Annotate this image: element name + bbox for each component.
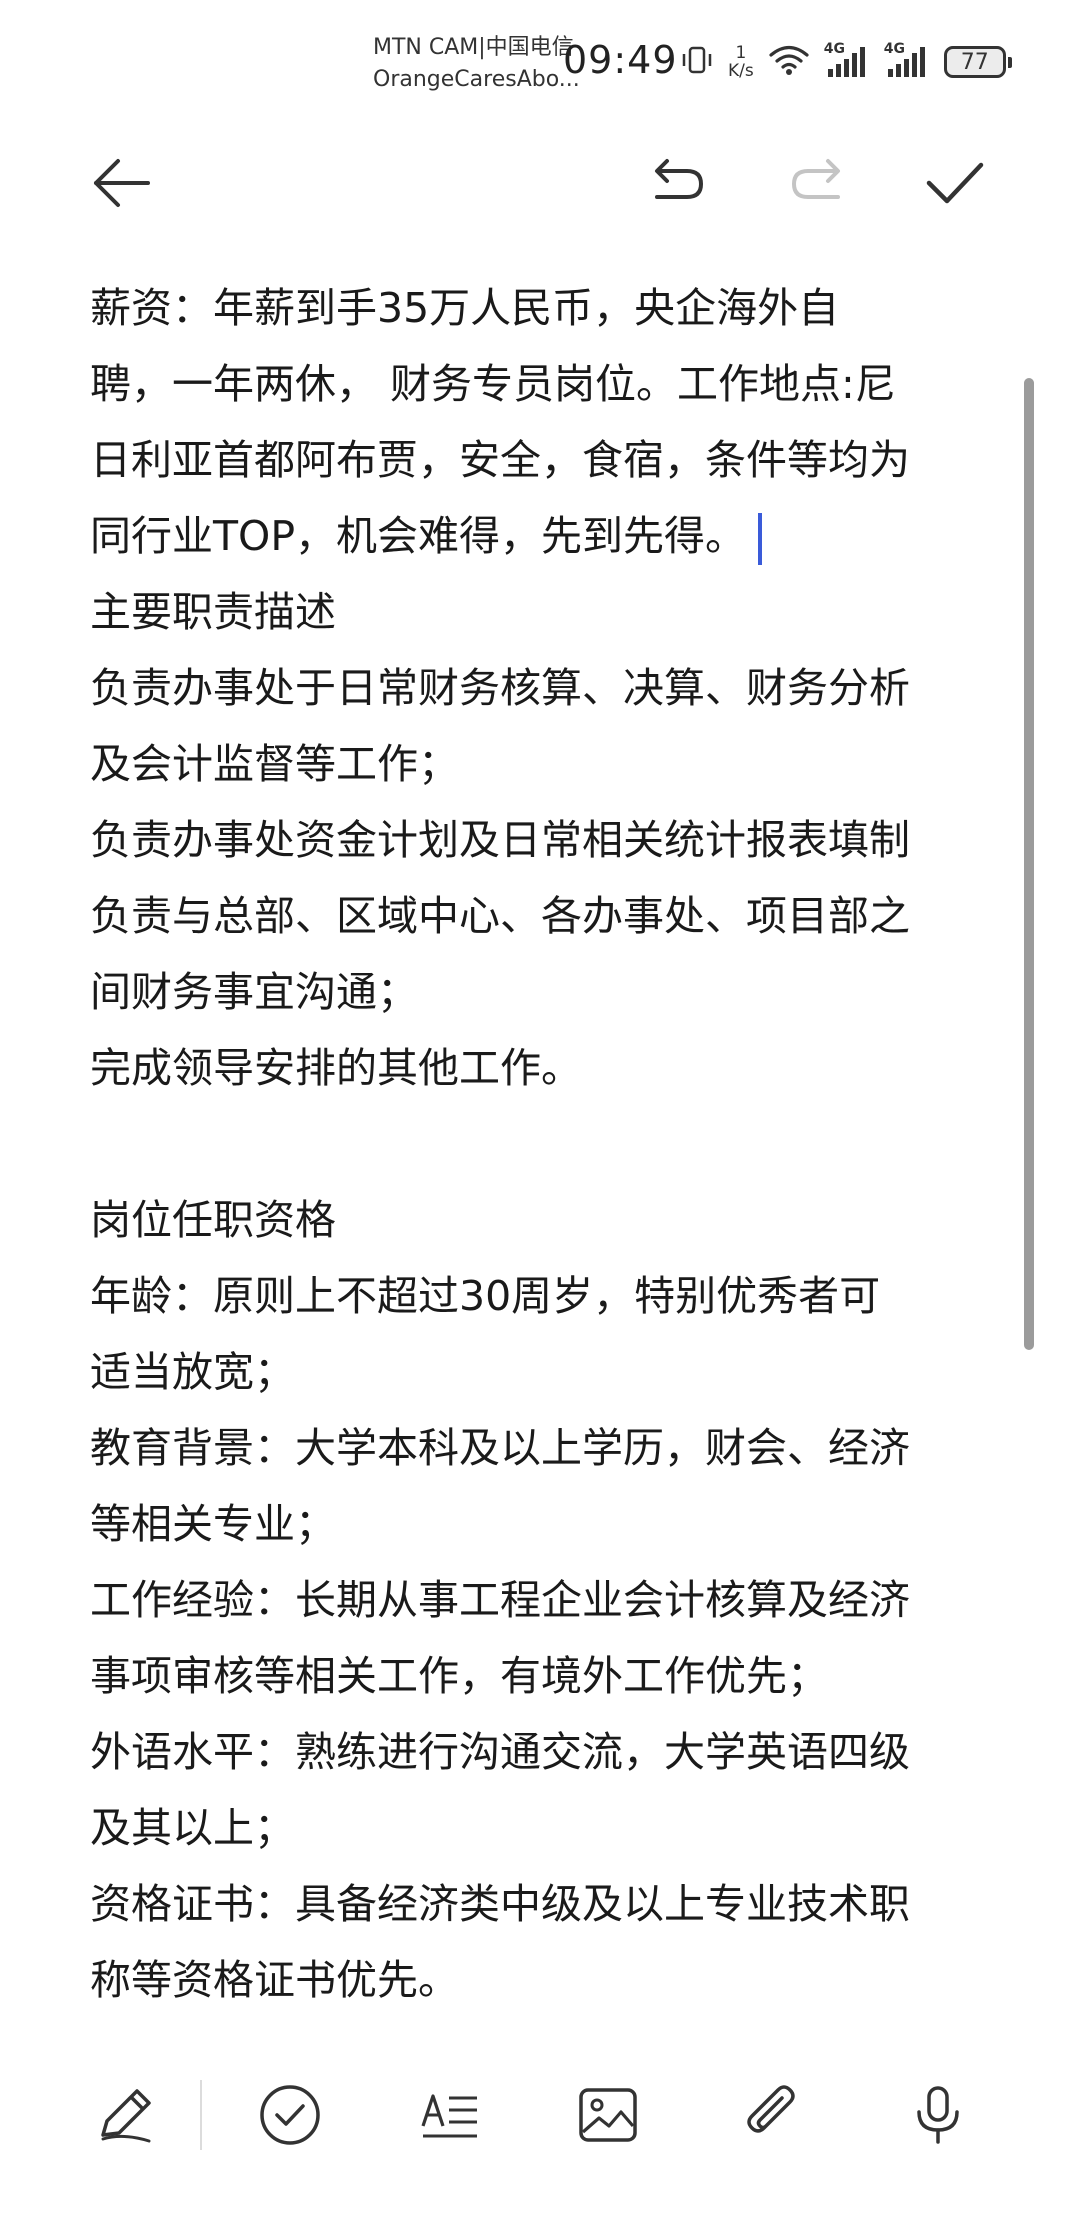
- text-line: 同行业TOP，机会难得，先到先得。: [90, 498, 990, 574]
- pen-icon: [93, 2083, 157, 2151]
- text-line: 等相关专业；: [90, 1500, 336, 1548]
- text-line: 薪资：年薪到手35万人民币，央企海外自: [90, 284, 840, 332]
- carrier-line-1: MTN CAM|中国电信: [373, 35, 574, 60]
- text-line: 负责办事处于日常财务核算、决算、财务分析: [90, 664, 910, 712]
- checklist-button[interactable]: [245, 2072, 335, 2162]
- voice-input-button[interactable]: [893, 2072, 983, 2162]
- text-line: 工作经验：长期从事工程企业会计核算及经济: [90, 1576, 910, 1624]
- back-arrow-icon: [90, 151, 154, 219]
- text-format-button[interactable]: [405, 2072, 495, 2162]
- text-line: 年龄：原则上不超过30周岁，特别优秀者可: [90, 1272, 881, 1320]
- confirm-button[interactable]: [910, 140, 1000, 230]
- note-editor-body[interactable]: 薪资：年薪到手35万人民币，央企海外自聘，一年两休， 财务专员岗位。工作地点:尼…: [90, 270, 990, 2030]
- checklist-icon: [257, 2082, 323, 2152]
- text-line: 适当放宽；: [90, 1348, 295, 1396]
- text-line: 聘，一年两休， 财务专员岗位。工作地点:尼: [90, 360, 896, 408]
- text-line: 及会计监督等工作；: [90, 740, 459, 788]
- text-line: 负责与总部、区域中心、各办事处、项目部之: [90, 892, 910, 940]
- net-speed-unit: K/s: [728, 61, 754, 81]
- signal-4g-icon: 4G: [824, 41, 870, 79]
- text-line: 外语水平：熟练进行沟通交流，大学英语四级: [90, 1728, 910, 1776]
- text-line: 日利亚首都阿布贾，安全，食宿，条件等均为: [90, 436, 910, 484]
- status-icons: 1 K/s 4G 4G 77: [680, 40, 1012, 84]
- text-cursor: [758, 513, 763, 565]
- image-icon: [575, 2082, 641, 2152]
- text-line: 能力素质要求: [90, 2018, 990, 2030]
- text-line: 教育背景：大学本科及以上学历，财会、经济: [90, 1424, 910, 1472]
- attachment-button[interactable]: [728, 2072, 818, 2162]
- attachment-icon: [740, 2082, 806, 2152]
- text-format-icon: [417, 2082, 483, 2152]
- scrollbar[interactable]: [1024, 378, 1034, 1350]
- undo-button[interactable]: [630, 140, 720, 230]
- carrier-info: MTN CAM|中国电信 OrangeCaresAbo...: [373, 32, 580, 96]
- battery-icon: 77: [943, 46, 1012, 78]
- check-icon: [923, 151, 987, 219]
- text-line: 事项审核等相关工作，有境外工作优先；: [90, 1652, 828, 1700]
- editor-toolbar: [0, 140, 1080, 240]
- battery-level: 77: [960, 49, 989, 75]
- insert-image-button[interactable]: [563, 2072, 653, 2162]
- undo-icon: [643, 151, 707, 219]
- redo-button[interactable]: [775, 140, 865, 230]
- text-line: 岗位任职资格: [90, 1196, 336, 1244]
- carrier-line-2: OrangeCaresAbo...: [373, 67, 580, 92]
- text-line: 及其以上；: [90, 1804, 295, 1852]
- signal-4g-icon: 4G: [884, 41, 930, 79]
- microphone-icon: [905, 2082, 971, 2152]
- text-line: 负责办事处资金计划及日常相关统计报表填制: [90, 816, 910, 864]
- wifi-icon: [768, 43, 810, 81]
- back-button[interactable]: [77, 140, 167, 230]
- text-line: 称等资格证书优先。: [90, 1956, 459, 2004]
- text-line: 资格证书：具备经济类中级及以上专业技术职: [90, 1880, 910, 1928]
- status-clock: 09:49: [563, 38, 678, 82]
- net-speed: 1 K/s: [728, 44, 754, 80]
- toolbar-divider: [200, 2080, 202, 2150]
- vibrate-icon: [680, 43, 714, 81]
- net-speed-value: 1: [735, 43, 747, 63]
- text-line: 主要职责描述: [90, 588, 336, 636]
- text-line: 完成领导安排的其他工作。: [90, 1044, 582, 1092]
- bottom-toolbar: [0, 2030, 1080, 2228]
- text-line: 间财务事宜沟通；: [90, 968, 418, 1016]
- status-bar: MTN CAM|中国电信 OrangeCaresAbo... 09:49 1 K…: [0, 0, 1080, 120]
- handwriting-button[interactable]: [80, 2072, 170, 2162]
- redo-icon: [788, 151, 852, 219]
